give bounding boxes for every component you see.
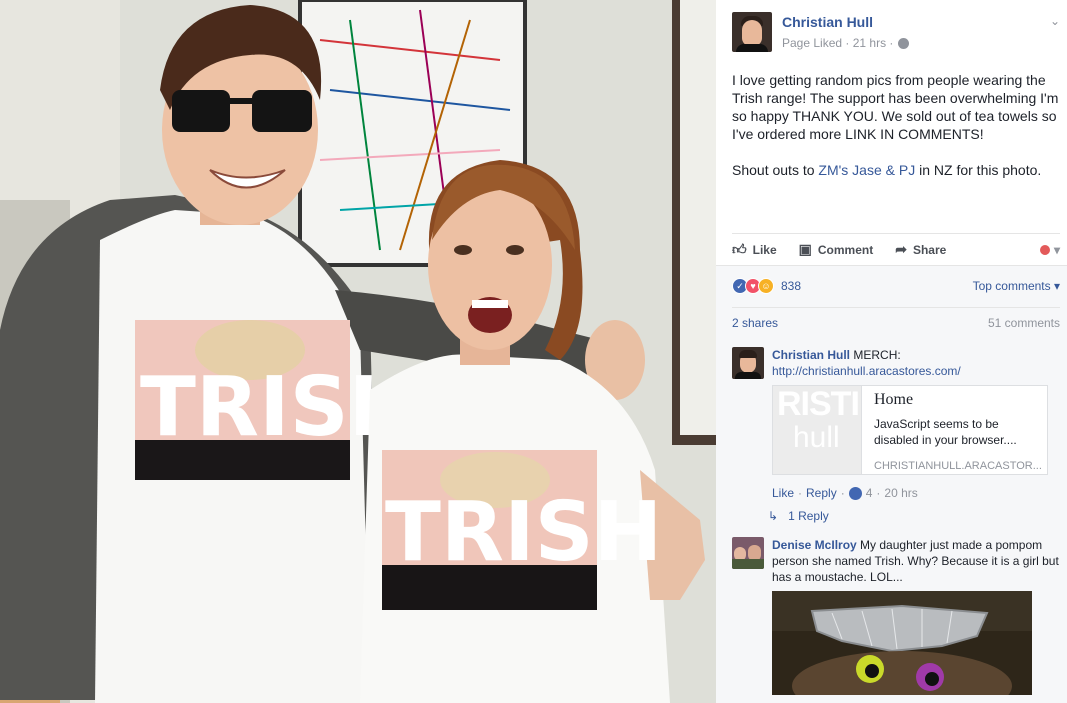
reply-arrow-icon: ↳ <box>768 509 779 523</box>
caret-down-icon: ▾ <box>1053 279 1060 293</box>
link-preview-thumbnail: RISTI hull <box>773 386 862 474</box>
share-arrow-icon: ➦ <box>895 241 907 257</box>
post-text-paragraph-2: Shout outs to ZM's Jase & PJ in NZ for t… <box>732 161 1062 179</box>
commenter-name[interactable]: Denise McIlroy <box>772 538 857 552</box>
comment-body: Denise McIlroy My daughter just made a p… <box>772 537 1060 585</box>
reaction-face-icon <box>1039 244 1050 255</box>
top-comments-dropdown[interactable]: Top comments ▾ <box>973 279 1060 293</box>
post-text-paragraph-1: I love getting random pics from people w… <box>732 72 1059 142</box>
reaction-icons[interactable]: ✓ ♥ ☺ <box>732 278 774 294</box>
commenter-avatar[interactable] <box>732 347 764 379</box>
separator: · <box>876 486 881 500</box>
reactions-row: ✓ ♥ ☺ 838 Top comments ▾ <box>732 275 1060 297</box>
post-meta: Page Liked · 21 hrs · <box>782 36 910 50</box>
share-button[interactable]: ➦ Share <box>895 241 946 258</box>
top-comments-label: Top comments <box>972 279 1051 293</box>
share-label: Share <box>912 242 947 257</box>
post-text-shoutout: Shout outs to <box>732 162 819 178</box>
like-label: Like <box>752 242 777 257</box>
pompom-illustration <box>772 591 1032 695</box>
post-header: Christian Hull Page Liked · 21 hrs · ⌄ <box>732 12 1060 52</box>
comment-timestamp[interactable]: 20 hrs <box>884 485 917 501</box>
like-button[interactable]: 👍︎ Like <box>732 241 777 258</box>
comment-item: Denise McIlroy My daughter just made a p… <box>732 537 1060 703</box>
comment-reply-link[interactable]: Reply <box>806 485 837 501</box>
comment-label: Comment <box>817 242 874 257</box>
shares-link[interactable]: 2 shares <box>732 316 778 330</box>
comments-count[interactable]: 51 comments <box>988 316 1060 330</box>
link-preview-domain: CHRISTIANHULL.ARACASTOR... <box>874 460 1042 472</box>
comment-link[interactable]: http://christianhull.aracastores.com/ <box>772 364 961 378</box>
post-text-location: in NZ for this photo. <box>915 162 1042 178</box>
photo-illustration: TRISH TRISH <box>0 0 716 703</box>
author-avatar[interactable] <box>732 12 772 52</box>
shirt-print-text-2: TRISH <box>385 485 662 580</box>
speech-bubble-icon: ▣ <box>798 241 812 257</box>
thumbnail-text: RISTI <box>777 386 860 423</box>
view-replies-link[interactable]: ↳ 1 Reply <box>768 509 829 523</box>
comment-body: Christian Hull MERCH: http://christianhu… <box>772 347 1060 379</box>
link-preview-title: Home <box>874 391 914 408</box>
replies-count: 1 Reply <box>788 509 829 523</box>
tagged-page-link[interactable]: ZM's Jase & PJ <box>818 162 915 178</box>
separator: · <box>840 486 845 500</box>
separator: · <box>798 486 803 500</box>
caret-down-icon: ▾ <box>1053 242 1060 257</box>
reaction-picker[interactable]: ▾ <box>1039 242 1060 257</box>
haha-reaction-icon: ☺ <box>758 278 774 294</box>
chevron-down-icon[interactable]: ⌄ <box>1050 14 1060 28</box>
comment-photo[interactable] <box>772 591 1032 695</box>
comment-actions: Like · Reply · 4 · 20 hrs <box>772 485 918 501</box>
link-preview-description: JavaScript seems to be disabled in your … <box>874 417 1017 447</box>
post-meta-text: Page Liked · 21 hrs · <box>782 36 894 50</box>
thumbs-up-icon: 👍︎ <box>732 241 747 257</box>
comment-like-count[interactable]: 4 <box>866 485 873 501</box>
author-name[interactable]: Christian Hull <box>782 14 873 30</box>
link-preview-card[interactable]: RISTI hull Home JavaScript seems to be d… <box>772 385 1048 475</box>
comment-text: MERCH: <box>853 348 901 362</box>
comment-button[interactable]: ▣ Comment <box>799 241 874 258</box>
post-photo[interactable]: TRISH TRISH <box>0 0 716 703</box>
reaction-count[interactable]: 838 <box>781 279 801 293</box>
post-details: Christian Hull Page Liked · 21 hrs · ⌄ I… <box>716 0 1067 703</box>
comment-like-link[interactable]: Like <box>772 485 794 501</box>
post-text: I love getting random pics from people w… <box>732 71 1062 197</box>
commenter-avatar[interactable] <box>732 537 764 569</box>
shares-row: 2 shares 51 comments <box>732 307 1060 337</box>
like-reaction-icon <box>848 486 862 500</box>
post-actions: 👍︎ Like ▣ Comment ➦ Share ▾ <box>732 233 1060 265</box>
thumbnail-subtext: hull <box>793 421 840 454</box>
comment-item: Christian Hull MERCH: http://christianhu… <box>732 347 1060 500</box>
commenter-name[interactable]: Christian Hull <box>772 348 850 362</box>
globe-icon <box>898 37 910 49</box>
